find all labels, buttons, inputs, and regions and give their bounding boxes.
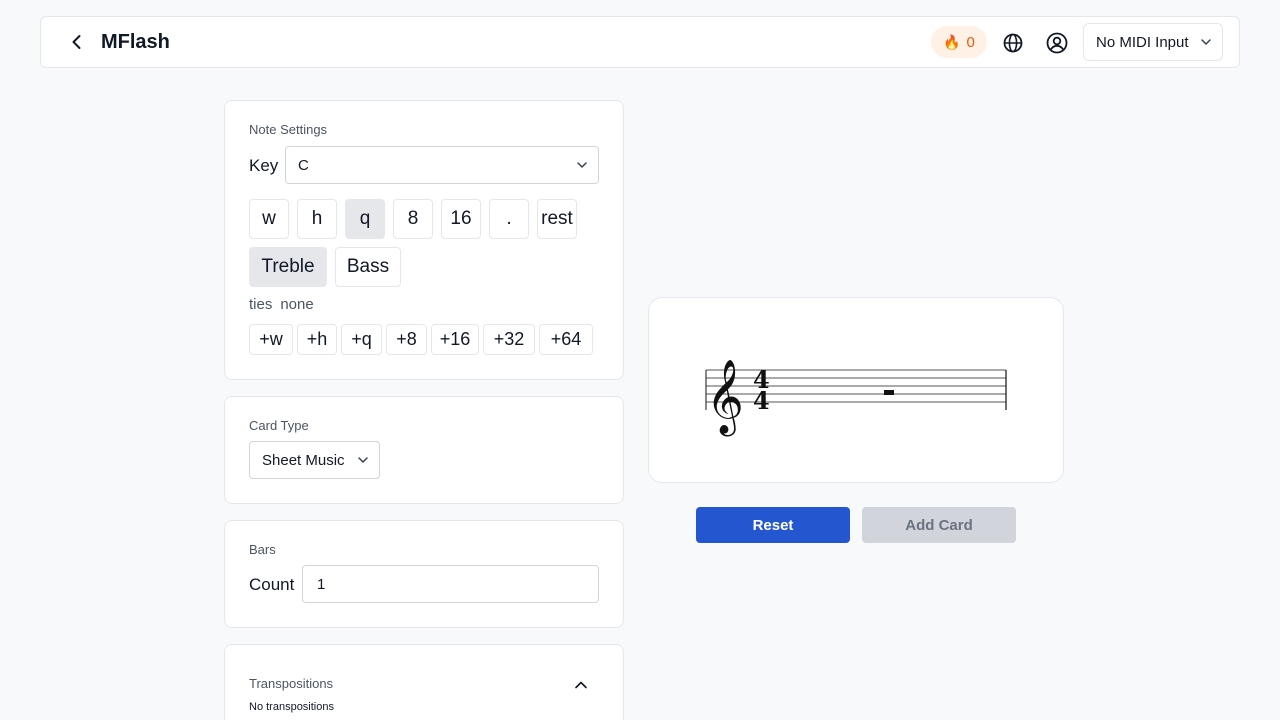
- clef-bass-button[interactable]: Bass: [335, 247, 401, 287]
- top-header: MFlash 🔥 0 No MIDI Input: [40, 16, 1240, 68]
- globe-icon: [1003, 33, 1023, 53]
- card-type-title: Card Type: [249, 418, 309, 433]
- transpositions-card: Transpositions No transpositions: [224, 644, 624, 720]
- key-label: Key: [249, 156, 279, 175]
- ties-value: none: [280, 296, 314, 313]
- tie-eighth-button[interactable]: +8: [386, 324, 427, 355]
- chevron-down-icon: [577, 162, 587, 168]
- duration-quarter-button[interactable]: q: [345, 199, 385, 239]
- tie-quarter-button[interactable]: +q: [341, 324, 382, 355]
- midi-input-select[interactable]: No MIDI Input: [1083, 23, 1223, 61]
- no-transpositions-text: No transpositions: [249, 701, 334, 713]
- duration-whole-button[interactable]: w: [249, 199, 289, 239]
- duration-rest-button[interactable]: rest: [537, 199, 577, 239]
- chevron-down-icon: [1201, 39, 1211, 45]
- streak-count: 0: [966, 33, 975, 51]
- tie-thirtysecond-button[interactable]: +32: [483, 324, 535, 355]
- ties-label: ties: [249, 296, 273, 313]
- duration-sixteenth-button[interactable]: 16: [441, 199, 481, 239]
- chevron-up-icon: [575, 681, 587, 689]
- duration-dot-button[interactable]: .: [489, 199, 529, 239]
- midi-input-value: No MIDI Input: [1096, 33, 1189, 51]
- fire-icon: 🔥: [943, 33, 961, 50]
- transpositions-title: Transpositions: [249, 676, 334, 691]
- staff-lines: [706, 369, 1006, 403]
- bar-count-value: 1: [317, 575, 326, 593]
- reset-button[interactable]: Reset: [696, 507, 850, 543]
- count-label: Count: [249, 575, 295, 594]
- duration-eighth-button[interactable]: 8: [393, 199, 433, 239]
- language-button[interactable]: [1002, 32, 1024, 54]
- card-type-value: Sheet Music: [262, 451, 345, 469]
- card-type-card: Card Type Sheet Music: [224, 396, 624, 504]
- tie-sixtyfourth-button[interactable]: +64: [539, 324, 593, 355]
- user-circle-icon: [1046, 32, 1068, 54]
- time-signature-bottom: 4: [753, 386, 770, 415]
- tie-whole-button[interactable]: +w: [249, 324, 293, 355]
- note-settings-title: Note Settings: [249, 122, 328, 137]
- chevron-left-icon: [72, 35, 81, 49]
- app-title: MFlash: [101, 31, 170, 53]
- treble-clef-icon: 𝄞: [706, 360, 744, 437]
- bar-count-input[interactable]: 1: [302, 565, 599, 603]
- note-settings-card: Note Settings Key C w h q 8 16 . rest Tr…: [224, 100, 624, 380]
- tie-sixteenth-button[interactable]: +16: [431, 324, 479, 355]
- back-button[interactable]: [65, 30, 89, 54]
- account-button[interactable]: [1045, 31, 1069, 55]
- clef-treble-button[interactable]: Treble: [249, 247, 327, 287]
- chevron-down-icon: [358, 457, 368, 463]
- staff-svg: 𝄞 4 4: [705, 360, 1007, 437]
- whole-rest: [884, 390, 894, 395]
- bars-title: Bars: [249, 542, 276, 557]
- streak-badge: 🔥 0: [931, 26, 987, 58]
- ties-status: ties none: [249, 296, 322, 313]
- key-value: C: [298, 156, 309, 174]
- bars-card: Bars Count 1: [224, 520, 624, 628]
- tie-half-button[interactable]: +h: [297, 324, 337, 355]
- duration-half-button[interactable]: h: [297, 199, 337, 239]
- add-card-button[interactable]: Add Card: [862, 507, 1016, 543]
- card-type-select[interactable]: Sheet Music: [249, 441, 380, 479]
- sheet-music-preview: 𝄞 4 4: [648, 297, 1064, 483]
- key-select[interactable]: C: [285, 146, 599, 184]
- collapse-transpositions-button[interactable]: [571, 675, 591, 695]
